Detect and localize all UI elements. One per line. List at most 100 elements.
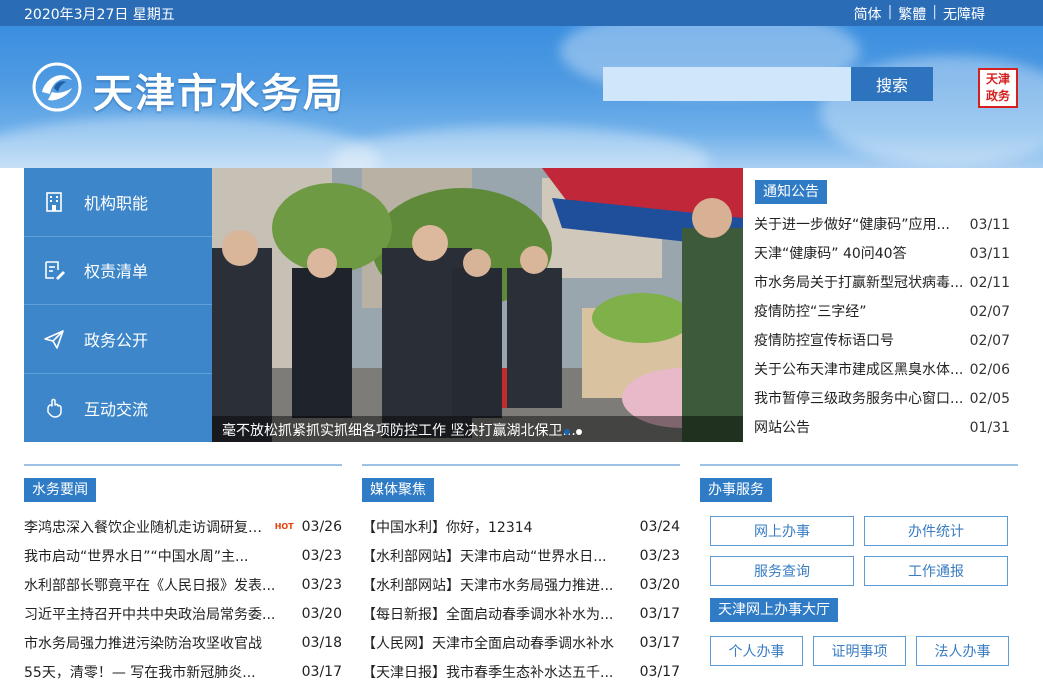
services-section: 办事服务 网上办事 办件统计 服务查询 工作通报 天津网上办事大厅 个人办事 证… <box>700 464 1018 666</box>
item-date: 03/24 <box>639 518 680 535</box>
nav-item-organization[interactable]: 机构职能 <box>24 168 212 237</box>
list-item[interactable]: 我市暂停三级政务服务中心窗口... 02/05 <box>754 389 1010 418</box>
list-item[interactable]: 【水利部网站】天津市水务局强力推进... 03/20 <box>362 570 680 599</box>
nav-item-responsibility-list[interactable]: 权责清单 <box>24 237 212 305</box>
list-item[interactable]: 市水务局强力推进污染防治攻坚收官战 03/18 <box>24 628 342 657</box>
item-date: 03/23 <box>301 576 342 593</box>
slide-dot[interactable] <box>576 429 582 435</box>
personal-service-button[interactable]: 个人办事 <box>710 636 803 666</box>
online-hall-title[interactable]: 天津网上办事大厅 <box>710 598 838 622</box>
list-item[interactable]: 市水务局关于打赢新型冠状病毒... 02/11 <box>754 273 1010 302</box>
list-item[interactable]: 疫情防控宣传标语口号 02/07 <box>754 331 1010 360</box>
list-item[interactable]: 疫情防控“三字经” 02/07 <box>754 302 1010 331</box>
accessibility-link[interactable]: 无障碍 <box>943 4 985 24</box>
section-title[interactable]: 办事服务 <box>700 478 772 502</box>
item-date: 03/23 <box>301 547 342 564</box>
nav-item-label: 权责清单 <box>84 262 149 282</box>
water-news-section: 水务要闻 李鸿忠深入餐饮企业随机走访调研复工... HOT 03/26 我市启动… <box>24 464 342 681</box>
hand-icon <box>47 398 62 418</box>
item-date: 03/20 <box>301 605 342 622</box>
cloud-decoration <box>0 116 380 168</box>
service-button-grid: 网上办事 办件统计 服务查询 工作通报 <box>710 516 1018 586</box>
section-title[interactable]: 媒体聚焦 <box>362 478 434 502</box>
list-item[interactable]: 【水利部网站】天津市启动“世界水日... 03/23 <box>362 541 680 570</box>
item-title-wrap: 李鸿忠深入餐饮企业随机走访调研复工... HOT <box>24 517 302 537</box>
item-date: 02/07 <box>969 333 1010 349</box>
news-photo <box>212 168 743 442</box>
service-query-button[interactable]: 服务查询 <box>710 556 854 586</box>
tianjin-gov-seal[interactable]: 天津 政务 <box>978 68 1018 108</box>
media-list: 【中国水利】你好，12314 03/24 【水利部网站】天津市启动“世界水日...… <box>362 512 680 681</box>
list-item[interactable]: 我市启动“世界水日”“中国水周”主... 03/23 <box>24 541 342 570</box>
item-date: 02/11 <box>969 275 1010 291</box>
divider: | <box>932 4 937 20</box>
item-date: 03/17 <box>639 663 680 680</box>
item-title: 关于进一步做好“健康码”应用... <box>754 217 950 233</box>
item-date: 02/07 <box>969 304 1010 320</box>
item-date: 02/06 <box>969 362 1010 378</box>
header-banner: 天津市水务局 搜索 天津 政务 <box>0 26 1043 168</box>
item-date: 03/20 <box>639 576 680 593</box>
seal-line: 政务 <box>985 89 1010 103</box>
item-title: 【天津日报】我市春季生态补水达五千... <box>362 664 614 681</box>
item-date: 03/11 <box>969 246 1010 262</box>
nav-item-label: 机构职能 <box>84 193 149 213</box>
search-input[interactable] <box>603 67 851 101</box>
item-title: 【水利部网站】天津市启动“世界水日... <box>362 548 607 565</box>
item-title: 【水利部网站】天津市水务局强力推进... <box>362 577 614 594</box>
item-title: 我市暂停三级政务服务中心窗口... <box>754 391 964 407</box>
nav-item-government-affairs[interactable]: 政务公开 <box>24 305 212 374</box>
item-date: 03/17 <box>301 663 342 680</box>
list-item[interactable]: 李鸿忠深入餐饮企业随机走访调研复工... HOT 03/26 <box>24 512 342 541</box>
item-title: 网站公告 <box>754 420 810 436</box>
list-item[interactable]: 【人民网】天津市全面启动春季调水补水 03/17 <box>362 628 680 657</box>
item-title: 疫情防控“三字经” <box>754 304 867 320</box>
traditional-chinese-link[interactable]: 繁體 <box>898 4 926 24</box>
notice-panel: 通知公告 关于进一步做好“健康码”应用... 03/11 天津“健康码” 40问4… <box>743 168 1018 442</box>
site-title[interactable]: 天津市水务局 <box>93 61 345 119</box>
online-service-button[interactable]: 网上办事 <box>710 516 854 546</box>
media-focus-section: 媒体聚焦 【中国水利】你好，12314 03/24 【水利部网站】天津市启动“世界… <box>362 464 680 681</box>
list-item[interactable]: 55天，清零！— 写在我市新冠肺炎... 03/17 <box>24 657 342 681</box>
list-item[interactable]: 水利部部长鄂竟平在《人民日报》发表... 03/23 <box>24 570 342 599</box>
slide-dot[interactable] <box>564 429 570 435</box>
item-title: 疫情防控宣传标语口号 <box>754 333 894 349</box>
work-bulletin-button[interactable]: 工作通报 <box>864 556 1008 586</box>
nav-item-label: 政务公开 <box>84 330 149 350</box>
list-item[interactable]: 天津“健康码” 40问40答 03/11 <box>754 244 1010 273</box>
item-title: 市水务局强力推进污染防治攻坚收官战 <box>24 635 262 652</box>
notice-title[interactable]: 通知公告 <box>755 180 827 204</box>
section-title[interactable]: 水务要闻 <box>24 478 96 502</box>
nav-item-interaction[interactable]: 互动交流 <box>24 374 212 443</box>
list-item[interactable]: 网站公告 01/31 <box>754 418 1010 447</box>
news-photo-slideshow[interactable]: 毫不放松抓紧抓实抓细各项防控工作 坚决打赢湖北保卫... <box>212 168 743 442</box>
certificate-matters-button[interactable]: 证明事项 <box>813 636 906 666</box>
item-title: 【每日新报】全面启动春季调水补水为... <box>362 606 614 623</box>
current-date: 2020年3月27日 星期五 <box>24 7 175 23</box>
list-item[interactable]: 【天津日报】我市春季生态补水达五千... 03/17 <box>362 657 680 681</box>
list-item[interactable]: 关于进一步做好“健康码”应用... 03/11 <box>754 215 1010 244</box>
news-list: 李鸿忠深入餐饮企业随机走访调研复工... HOT 03/26 我市启动“世界水日… <box>24 512 342 681</box>
list-item[interactable]: 【每日新报】全面启动春季调水补水为... 03/17 <box>362 599 680 628</box>
section-divider <box>700 464 1018 466</box>
paper-plane-icon <box>44 329 64 349</box>
legal-entity-service-button[interactable]: 法人办事 <box>916 636 1009 666</box>
item-title: 我市启动“世界水日”“中国水周”主... <box>24 548 249 565</box>
building-icon <box>46 191 62 212</box>
item-date: 02/05 <box>969 391 1010 407</box>
simplified-chinese-link[interactable]: 简体 <box>854 4 882 24</box>
list-item[interactable]: 关于公布天津市建成区黑臭水体... 02/06 <box>754 360 1010 389</box>
water-bureau-logo-icon[interactable] <box>32 62 82 112</box>
list-item[interactable]: 【中国水利】你好，12314 03/24 <box>362 512 680 541</box>
top-bar: 2020年3月27日 星期五 简体 | 繁體 | 无障碍 <box>0 0 1043 26</box>
item-title: 习近平主持召开中共中央政治局常务委... <box>24 606 276 623</box>
item-date: 03/17 <box>639 605 680 622</box>
list-item[interactable]: 习近平主持召开中共中央政治局常务委... 03/20 <box>24 599 342 628</box>
photo-caption[interactable]: 毫不放松抓紧抓实抓细各项防控工作 坚决打赢湖北保卫... <box>212 416 743 442</box>
case-statistics-button[interactable]: 办件统计 <box>864 516 1008 546</box>
cloud-decoration <box>330 126 710 168</box>
item-date: 03/17 <box>639 634 680 651</box>
item-title: 水利部部长鄂竟平在《人民日报》发表... <box>24 577 276 594</box>
search-button[interactable]: 搜索 <box>851 67 933 101</box>
left-navigation: 机构职能 权责清单 政务公开 互动交流 <box>24 168 212 442</box>
